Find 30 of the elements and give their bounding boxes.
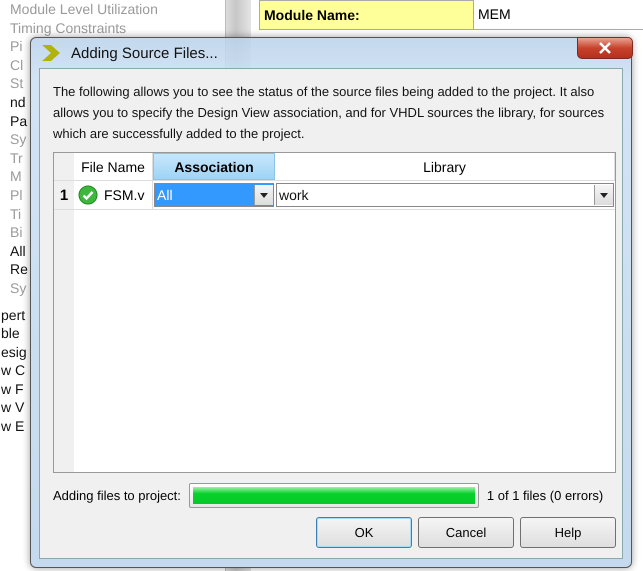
- process-item[interactable]: w C: [1, 361, 26, 380]
- summary-label: Module Name:: [259, 0, 474, 30]
- dialog-button[interactable]: OK: [316, 517, 412, 548]
- sidebar-item[interactable]: Re: [10, 260, 28, 279]
- sidebar-item[interactable]: Pa: [10, 112, 28, 130]
- caret-icon[interactable]: [594, 185, 613, 205]
- caret-icon[interactable]: [254, 185, 273, 205]
- process-item[interactable]: ble: [1, 324, 20, 343]
- window-title: Adding Source Files...: [71, 44, 218, 62]
- process-item[interactable]: w V: [1, 398, 24, 418]
- process-item[interactable]: w F: [1, 380, 24, 398]
- process-item[interactable]: pert: [1, 306, 26, 324]
- header-corner: [54, 153, 74, 180]
- check-icon: [78, 185, 98, 205]
- close-button[interactable]: [577, 37, 633, 59]
- process-item[interactable]: w E: [1, 417, 24, 436]
- sidebar-item[interactable]: nd: [10, 92, 26, 112]
- dialog-button[interactable]: Cancel: [418, 517, 514, 548]
- row-number: 1: [54, 181, 74, 209]
- file-name: FSM.v: [104, 187, 144, 203]
- column-header[interactable]: Association: [153, 153, 275, 180]
- progress-reading: 1 of 1 files (0 errors): [486, 488, 604, 502]
- progress-label: Adding files to project:: [53, 488, 181, 502]
- library-dropdown[interactable]: work: [276, 183, 614, 207]
- dialog-button[interactable]: Help: [520, 517, 616, 548]
- process-item[interactable]: esig: [1, 342, 27, 362]
- description-text: The following allows you to see the status of the source files being added to the project. It also allows you to specify the Design View association, and for VHDL sources the library, for sources which are successfully added to the project.: [53, 83, 606, 143]
- sidebar-item[interactable]: All: [10, 242, 26, 260]
- close-icon[interactable]: [598, 42, 612, 54]
- summary-value: MEM: [474, 0, 643, 30]
